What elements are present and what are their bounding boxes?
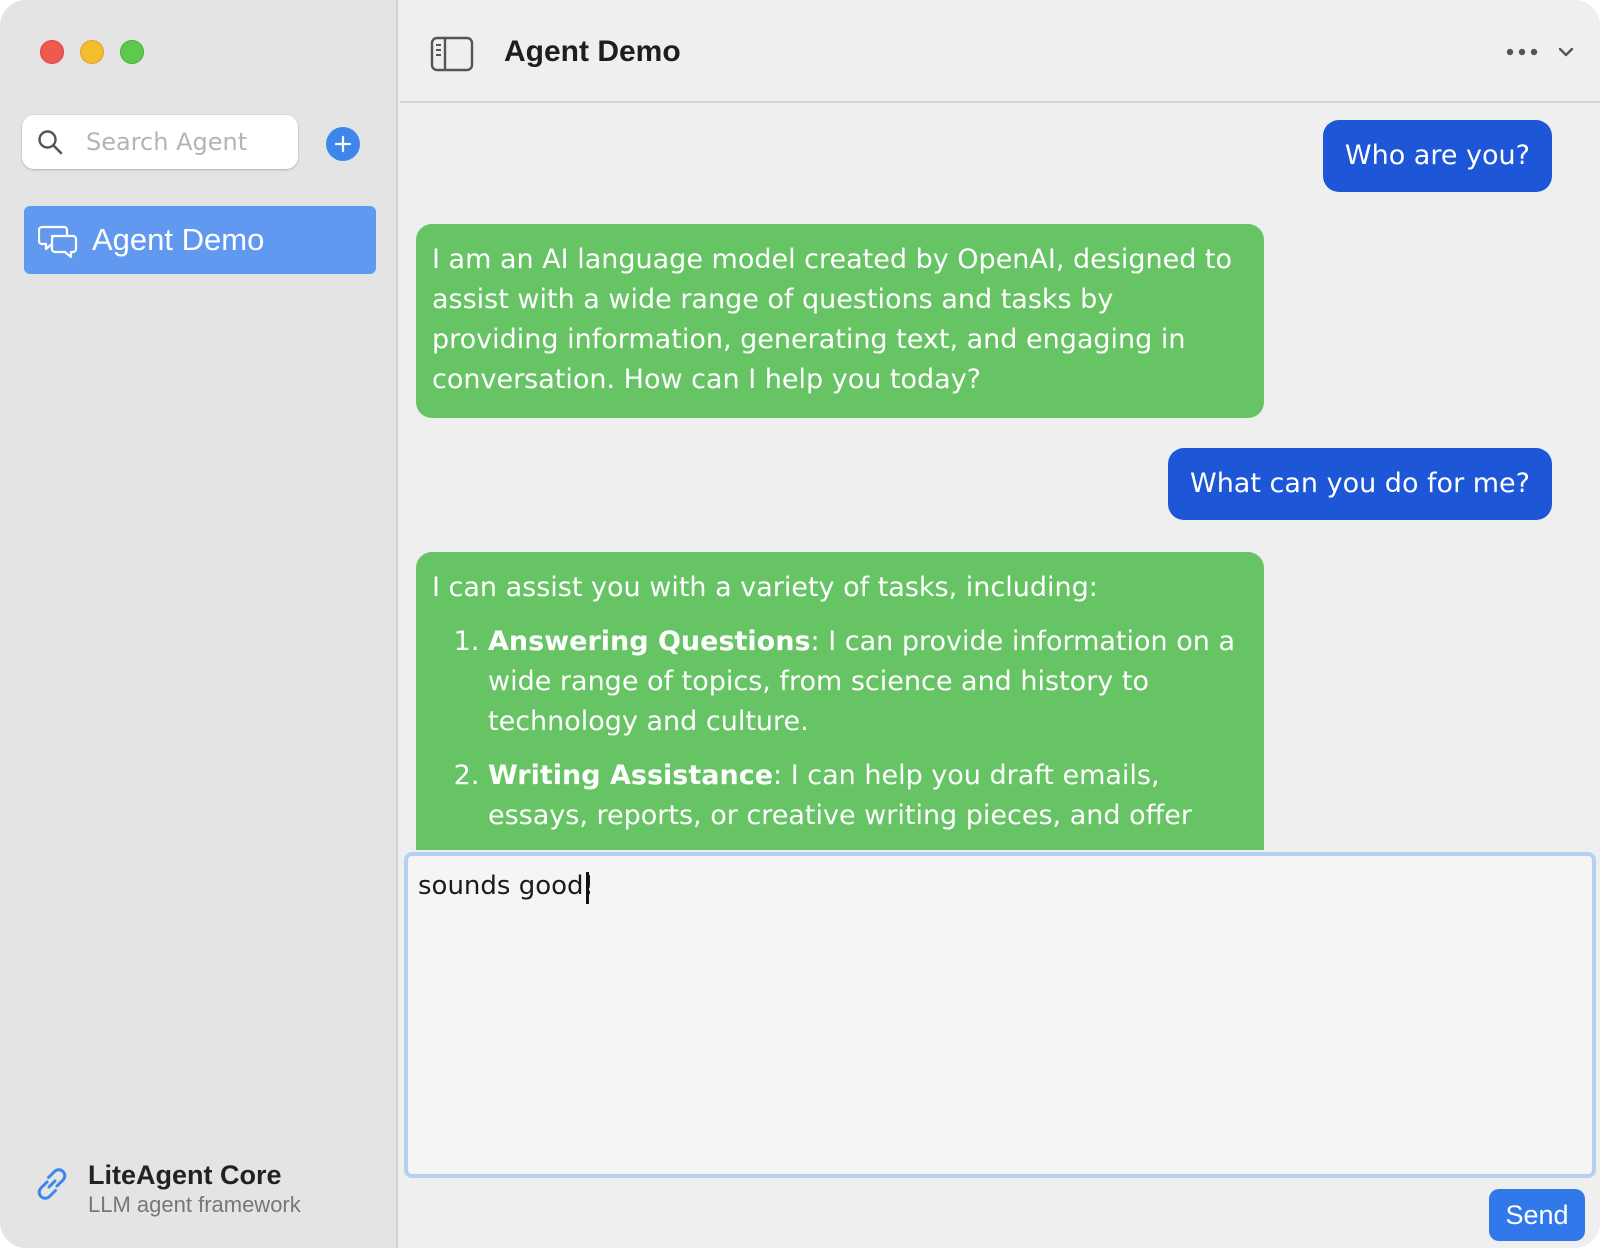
search-icon <box>38 130 63 155</box>
sidebar-item-label: Agent Demo <box>92 222 265 257</box>
message-text: What can you do for me? <box>1190 468 1530 499</box>
message-text: I am an AI language model created by Ope… <box>432 244 1233 395</box>
list-item: Answering Questions: I can provide infor… <box>488 622 1248 742</box>
send-button[interactable]: Send <box>1489 1189 1585 1241</box>
user-message: What can you do for me? <box>1168 448 1552 520</box>
sidebar-toggle-icon[interactable] <box>430 36 474 72</box>
search-input[interactable] <box>86 115 290 169</box>
sidebar: Agent Demo LiteAgent Core LLM agent fram… <box>0 0 398 1248</box>
assistant-message: I can assist you with a variety of tasks… <box>416 552 1264 850</box>
message-input[interactable]: sounds good! <box>418 868 1578 1158</box>
chevron-down-icon[interactable] <box>1556 42 1576 62</box>
chat-transcript[interactable]: Who are you? I am an AI language model c… <box>400 105 1600 850</box>
page-title: Agent Demo <box>504 35 681 68</box>
search-box[interactable] <box>22 115 298 169</box>
brand-subtitle: LLM agent framework <box>88 1192 301 1217</box>
user-message: Who are you? <box>1322 120 1552 192</box>
sidebar-item-agent-demo[interactable]: Agent Demo <box>24 206 376 274</box>
minimize-window-button[interactable] <box>80 40 104 64</box>
plus-icon <box>334 135 352 153</box>
add-agent-button[interactable] <box>326 127 360 161</box>
brand-title: LiteAgent Core <box>88 1160 282 1190</box>
app-window: Agent Demo LiteAgent Core LLM agent fram… <box>0 0 1600 1248</box>
more-options-icon[interactable] <box>1504 42 1544 62</box>
message-text: Who are you? <box>1344 140 1530 171</box>
message-composer[interactable]: sounds good! <box>404 852 1596 1178</box>
zoom-window-button[interactable] <box>120 40 144 64</box>
capability-list: Answering Questions: I can provide infor… <box>432 622 1248 836</box>
message-intro: I can assist you with a variety of tasks… <box>432 572 1098 603</box>
link-icon <box>37 1168 67 1200</box>
item-title: Writing Assistance <box>488 760 774 791</box>
toolbar: Agent Demo <box>400 0 1600 103</box>
close-window-button[interactable] <box>40 40 64 64</box>
main-panel: Agent Demo Who are you? I am an AI langu… <box>400 0 1600 1248</box>
list-item: Writing Assistance: I can help you draft… <box>488 756 1248 836</box>
chat-bubbles-icon <box>38 225 78 258</box>
item-title: Answering Questions <box>488 626 811 657</box>
text-caret <box>586 872 589 904</box>
assistant-message: I am an AI language model created by Ope… <box>416 224 1264 418</box>
footer-brand: LiteAgent Core LLM agent framework <box>30 1158 380 1218</box>
